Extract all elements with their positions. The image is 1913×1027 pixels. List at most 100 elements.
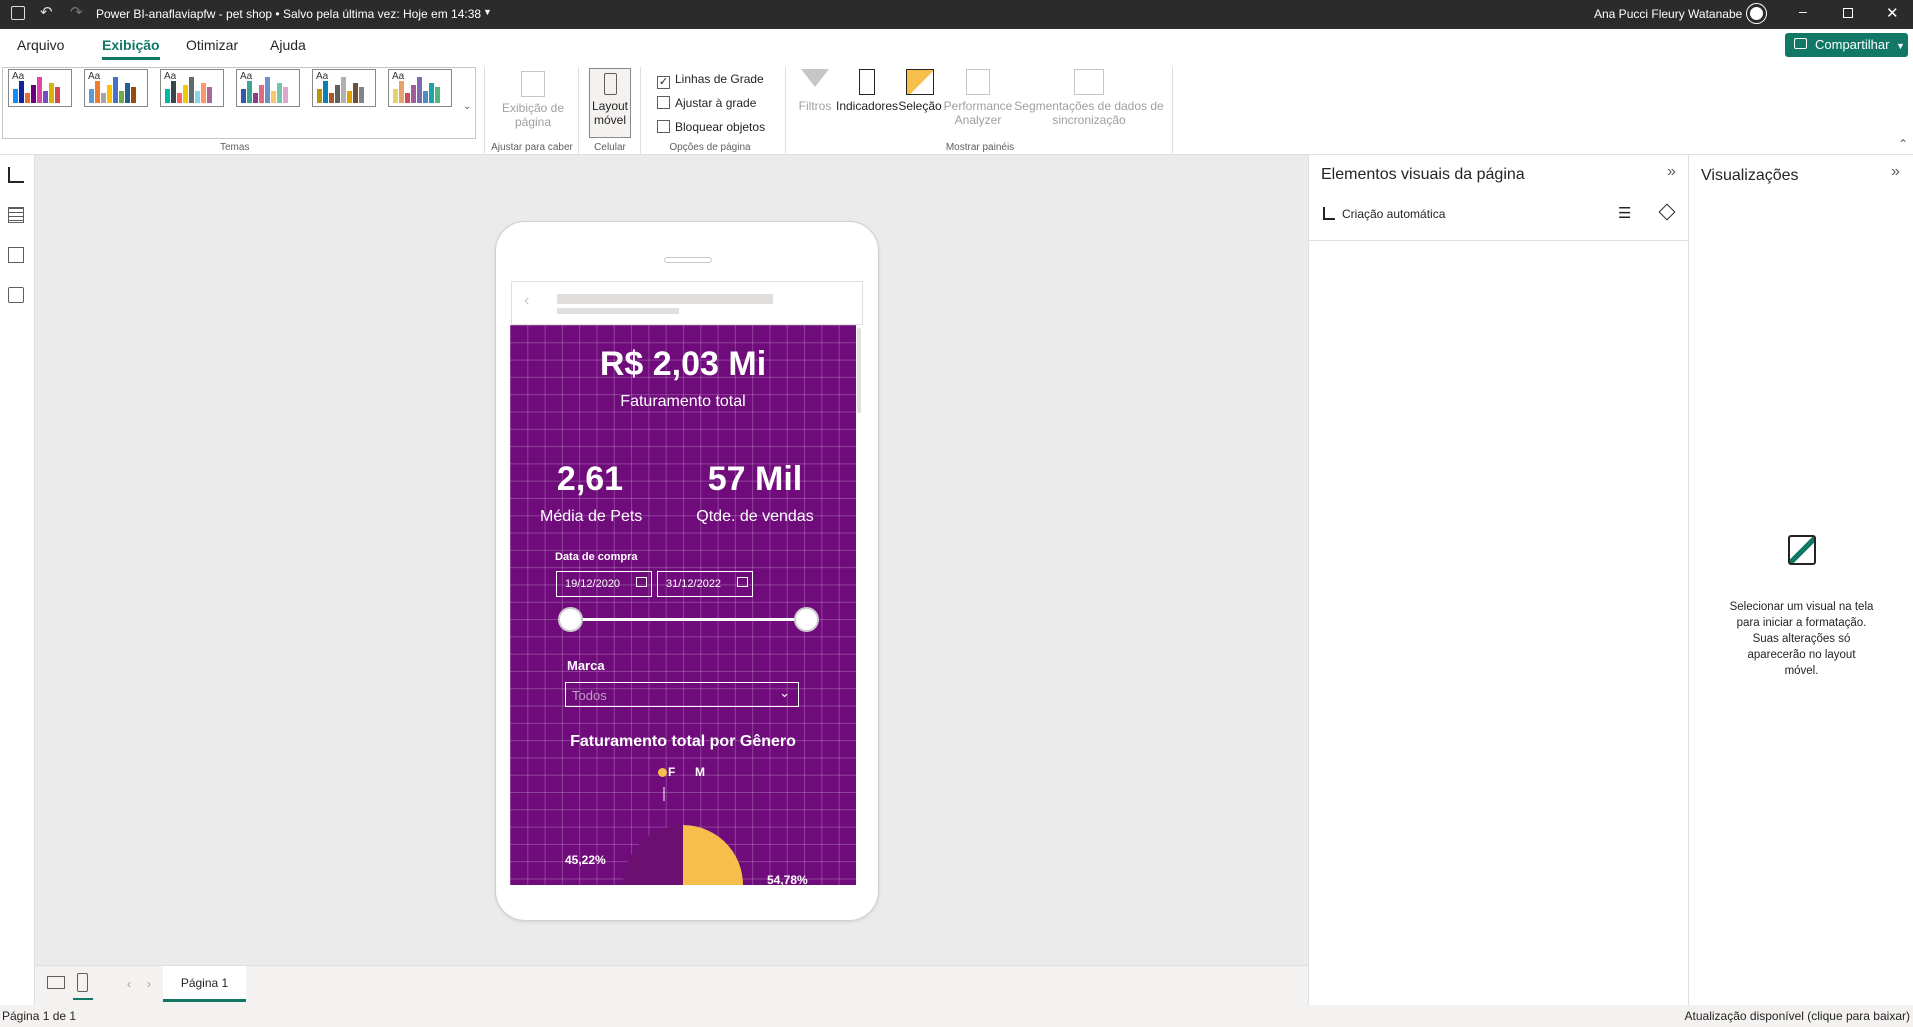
theme-color-swatch [43, 91, 48, 103]
kpi-sales-label: Qtde. de vendas [696, 508, 814, 525]
page-view-icon [521, 71, 545, 97]
divider [785, 67, 786, 155]
theme-color-bars [241, 77, 288, 103]
data-label-f: 54,78% [767, 873, 808, 885]
redo-icon[interactable]: ↷ [70, 3, 83, 21]
avatar-icon[interactable] [1747, 4, 1766, 23]
chevron-down-icon[interactable]: ▼ [483, 7, 492, 17]
table-view-icon[interactable] [8, 207, 24, 223]
selection-button[interactable]: Seleção [898, 69, 942, 113]
kpi-main-value[interactable]: R$ 2,03 Mi [510, 345, 856, 384]
mobile-view-icon[interactable] [77, 973, 88, 992]
chevron-down-icon: ▼ [1896, 41, 1905, 51]
theme-color-swatch [165, 89, 170, 103]
dax-query-icon[interactable] [8, 287, 24, 303]
share-button[interactable]: Compartilhar ▼ [1785, 33, 1908, 57]
theme-color-swatch [95, 81, 100, 103]
calendar-icon [737, 577, 748, 587]
save-icon[interactable] [11, 6, 25, 20]
tab-exibicao[interactable]: Exibição [102, 37, 160, 60]
snap-to-grid-checkbox[interactable]: Ajustar à grade [657, 96, 756, 110]
bookmarks-button[interactable]: Indicadores [836, 69, 898, 113]
theme-color-bars [89, 77, 136, 103]
header-placeholder-line [557, 308, 679, 314]
tab-otimizar[interactable]: Otimizar [186, 37, 238, 53]
minimize-icon[interactable]: – [1799, 3, 1807, 19]
undo-icon[interactable]: ↶ [40, 3, 53, 21]
mobile-view-underline [73, 998, 93, 1000]
collapse-pane-icon[interactable]: » [1667, 163, 1676, 181]
eraser-icon[interactable] [1658, 203, 1676, 221]
desktop-view-icon[interactable] [47, 976, 65, 989]
date-end-input[interactable]: 31/12/2022 [657, 571, 753, 597]
brand-dropdown[interactable]: Todos ⌄ [565, 682, 799, 707]
theme-thumbnail[interactable]: Aa [312, 69, 376, 107]
theme-thumbnail[interactable]: Aa [160, 69, 224, 107]
next-page-icon[interactable]: › [147, 977, 151, 991]
kpi-pets-value[interactable]: 2,61 [540, 460, 640, 499]
pie-chart[interactable] [510, 765, 856, 885]
prev-page-icon[interactable]: ‹ [127, 977, 131, 991]
theme-thumbnail[interactable]: Aa [388, 69, 452, 107]
theme-color-swatch [271, 91, 276, 103]
lock-objects-checkbox[interactable]: Bloquear objetos [657, 120, 765, 134]
filter-settings-icon[interactable]: ☰ [1618, 204, 1631, 222]
share-label: Compartilhar [1815, 37, 1890, 52]
gridlines-checkbox[interactable]: ✓ Linhas de Grade [657, 72, 764, 89]
kpi-sales-value[interactable]: 57 Mil [690, 460, 820, 499]
theme-thumbnail[interactable]: Aa [8, 69, 72, 107]
date-slider-handle-end[interactable] [794, 607, 819, 632]
restore-icon[interactable] [1843, 8, 1853, 18]
close-icon[interactable]: ✕ [1886, 4, 1899, 22]
theme-color-swatch [335, 85, 340, 103]
lock-objects-label: Bloquear objetos [675, 120, 766, 134]
date-slider-track[interactable] [571, 618, 807, 621]
filters-button[interactable]: Filtros [795, 69, 835, 113]
kpi-main-label: Faturamento total [620, 393, 746, 410]
group-label-themes: Temas [220, 142, 250, 153]
theme-color-swatch [177, 93, 182, 103]
theme-color-swatch [429, 83, 434, 103]
theme-thumbnail[interactable]: Aa [84, 69, 148, 107]
tab-arquivo[interactable]: Arquivo [17, 37, 64, 53]
bookmark-icon [859, 69, 875, 95]
divider [640, 67, 641, 155]
phone-scrollbar[interactable] [857, 328, 861, 413]
mobile-layout-button[interactable]: Layout móvel [589, 68, 631, 138]
themes-expand-icon[interactable]: ⌄ [463, 101, 471, 112]
theme-color-swatch [259, 85, 264, 103]
auto-create-label[interactable]: Criação automática [1342, 207, 1445, 221]
bookmarks-label: Indicadores [836, 99, 899, 113]
pie-slice-m[interactable] [623, 825, 683, 885]
theme-color-bars [13, 77, 60, 103]
theme-color-swatch [113, 77, 118, 103]
theme-color-swatch [89, 89, 94, 103]
chevron-down-icon: ⌄ [779, 685, 790, 700]
share-icon [1794, 38, 1807, 49]
divider [1172, 67, 1173, 155]
theme-color-swatch [189, 77, 194, 103]
theme-color-bars [317, 77, 364, 103]
page-view-button[interactable]: Exibição de página [497, 71, 569, 129]
visualizations-hint: Selecionar um visual na tela para inicia… [1729, 601, 1874, 677]
performance-analyzer-button[interactable]: Performance Analyzer [943, 69, 1013, 127]
page-tab-1[interactable]: Página 1 [163, 966, 246, 1002]
theme-color-swatch [183, 85, 188, 103]
date-start-input[interactable]: 19/12/2020 [556, 571, 652, 597]
model-view-icon[interactable] [8, 247, 24, 263]
theme-thumbnail[interactable]: Aa [236, 69, 300, 107]
theme-color-swatch [195, 91, 200, 103]
update-available-link[interactable]: Atualização disponível (clique para baix… [1685, 1009, 1910, 1023]
header-placeholder-line [557, 294, 773, 304]
data-label-m: 45,22% [565, 853, 606, 867]
window-title[interactable]: Power BI-anaflaviapfw - pet shop • Salvo… [96, 7, 481, 21]
collapse-pane-icon[interactable]: » [1891, 163, 1900, 181]
ribbon: ⌄ Temas Exibição de página Ajustar para … [0, 61, 1913, 155]
date-slider-handle-start[interactable] [558, 607, 583, 632]
theme-color-swatch [55, 87, 60, 103]
sync-slicers-button[interactable]: Segmentações de dados de sincronização [1014, 69, 1164, 127]
report-view-icon[interactable] [8, 167, 24, 183]
tab-ajuda[interactable]: Ajuda [270, 37, 306, 53]
mobile-layout-label: Layout móvel [591, 99, 629, 127]
collapse-ribbon-icon[interactable]: ⌃ [1898, 137, 1908, 151]
